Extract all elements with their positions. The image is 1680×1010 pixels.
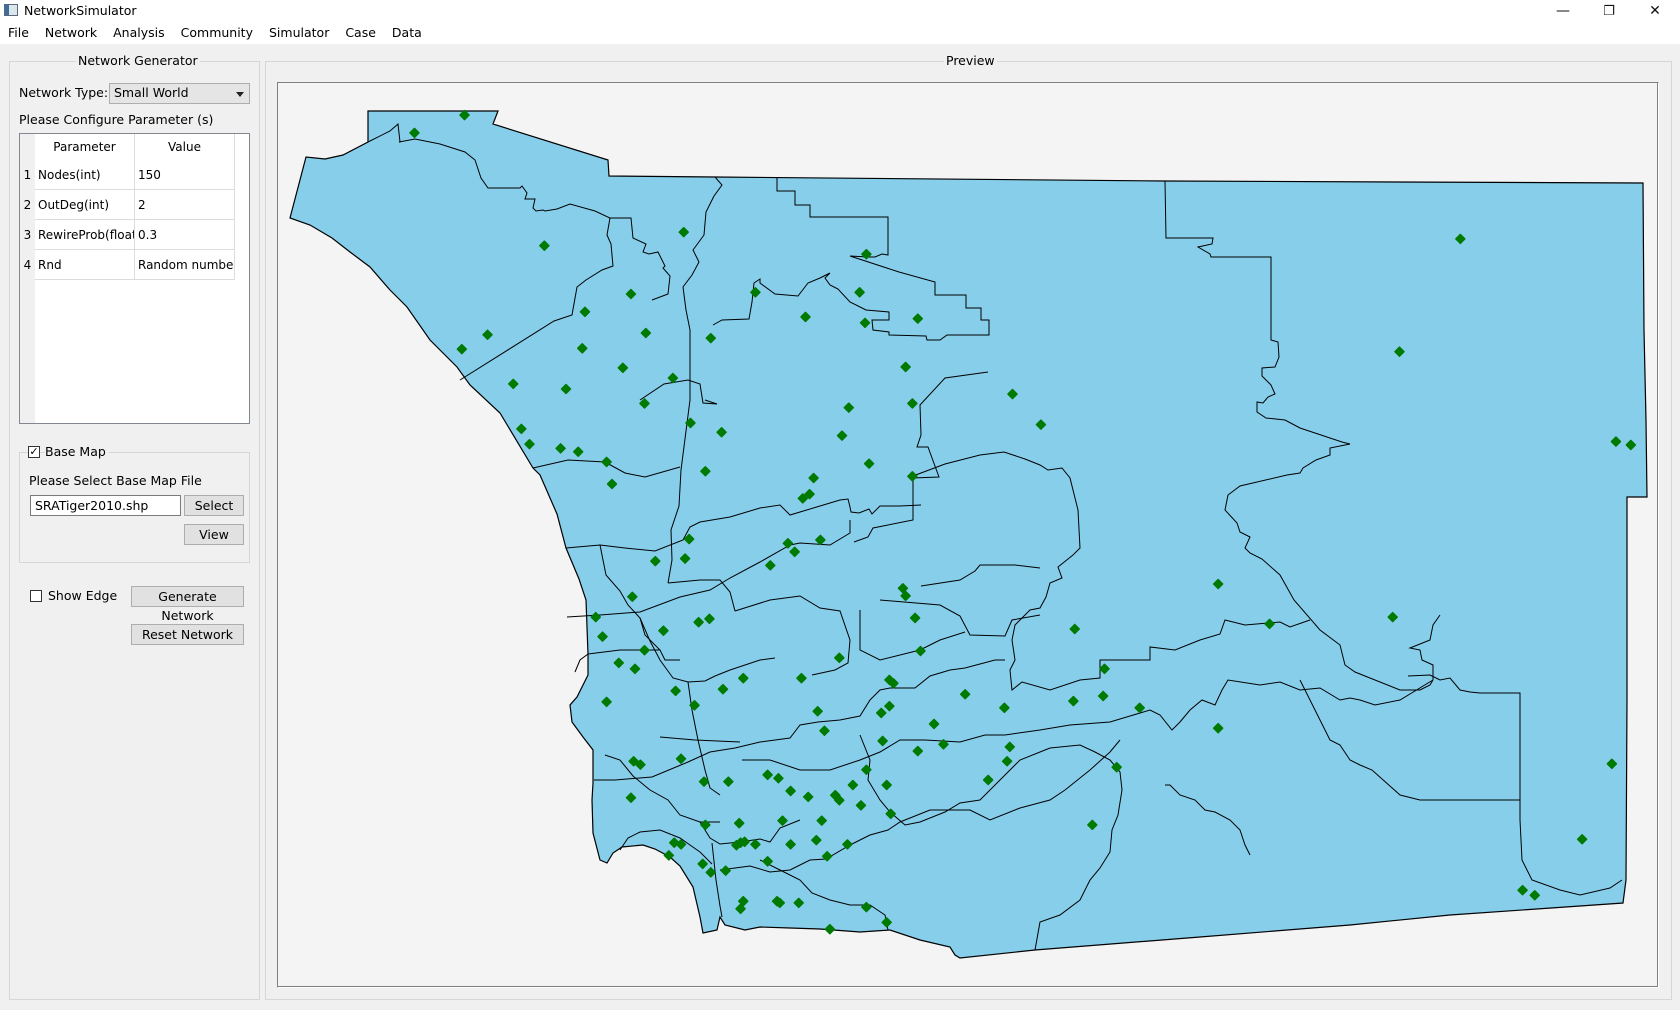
network-map[interactable] [278,83,1658,987]
view-button[interactable]: View [184,524,244,545]
configure-parameter-label: Please Configure Parameter (s) [19,112,214,127]
base-map-file-input[interactable] [30,495,181,516]
title-bar: NetworkSimulator — ❐ ✕ [0,0,1680,22]
value-cell[interactable]: 0.3 [135,220,235,250]
base-map-regions [289,110,1648,959]
table-row[interactable]: 3 RewireProb(float) 0.3 [20,220,235,250]
row-number: 3 [20,220,35,250]
parameter-cell[interactable]: OutDeg(int) [35,190,135,220]
network-type-label: Network Type: [19,85,109,100]
checkmark-icon: ✓ [29,445,39,458]
network-type-dropdown[interactable]: Small World [109,83,250,104]
menu-network[interactable]: Network [37,22,105,44]
table-row[interactable]: 2 OutDeg(int) 2 [20,190,235,220]
preview-canvas[interactable] [277,82,1659,988]
county-outline [289,110,1648,959]
close-button[interactable]: ✕ [1632,0,1678,22]
select-button[interactable]: Select [184,495,244,516]
restore-icon: ❐ [1603,3,1615,19]
minimize-button[interactable]: — [1540,0,1586,22]
row-number: 4 [20,250,35,280]
close-icon: ✕ [1649,3,1661,19]
column-header-value[interactable]: Value [135,134,235,160]
value-cell[interactable]: Random number [135,250,235,280]
table-row[interactable]: 1 Nodes(int) 150 [20,160,235,190]
reset-network-button[interactable]: Reset Network [131,624,244,645]
parameter-table[interactable]: Parameter Value 1 Nodes(int) 150 2 OutDe… [19,133,250,424]
network-type-value: Small World [114,85,189,100]
minimize-icon: — [1556,3,1570,19]
show-edge-checkbox[interactable] [30,590,42,602]
parameter-cell[interactable]: Nodes(int) [35,160,135,190]
row-number: 2 [20,190,35,220]
parameter-cell[interactable]: RewireProb(float) [35,220,135,250]
preview-title: Preview [944,53,997,68]
base-map-checkbox[interactable]: ✓ [28,446,40,458]
value-cell[interactable]: 150 [135,160,235,190]
base-map-label[interactable]: Base Map [45,444,109,459]
row-number: 1 [20,160,35,190]
region-boundary [574,653,589,673]
menu-case[interactable]: Case [337,22,384,44]
table-row[interactable]: 4 Rnd Random number [20,250,235,280]
menu-simulator[interactable]: Simulator [261,22,337,44]
menu-file[interactable]: File [0,22,37,44]
parameter-cell[interactable]: Rnd [35,250,135,280]
column-header-parameter[interactable]: Parameter [35,134,135,160]
value-cell[interactable]: 2 [135,190,235,220]
show-edge-label[interactable]: Show Edge [48,588,117,603]
menu-analysis[interactable]: Analysis [105,22,173,44]
network-generator-title: Network Generator [76,53,200,68]
menu-bar: File Network Analysis Community Simulato… [0,22,1680,44]
generate-network-button[interactable]: Generate Network [131,586,244,623]
chevron-down-icon [236,92,244,97]
select-base-map-label: Please Select Base Map File [29,473,202,488]
restore-button[interactable]: ❐ [1586,0,1632,22]
window-title: NetworkSimulator [24,3,137,18]
menu-data[interactable]: Data [384,22,430,44]
menu-community[interactable]: Community [173,22,261,44]
app-icon [4,4,18,16]
